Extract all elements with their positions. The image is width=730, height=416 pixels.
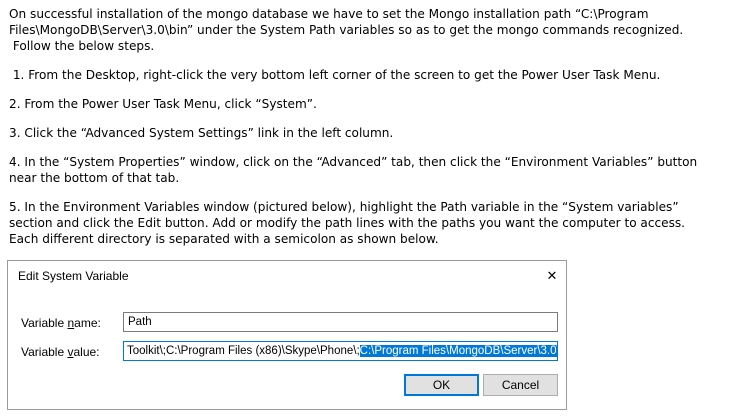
close-button[interactable]: ✕: [540, 264, 564, 288]
ok-button-label: OK: [432, 378, 451, 392]
intro-line-2: Files\MongoDB\Server\3.0\bin” under the …: [9, 23, 684, 37]
instructions-text: On successful installation of the mongo …: [0, 0, 730, 256]
step-5-line-1: 5. In the Environment Variables window (…: [9, 200, 679, 214]
dialog-title: Edit System Variable: [18, 269, 129, 283]
step-4-line-2: near the bottom of that tab.: [9, 171, 180, 185]
close-icon: ✕: [546, 268, 558, 284]
step-3: 3. Click the “Advanced System Settings” …: [9, 126, 394, 140]
step-1: 1. From the Desktop, right-click the ver…: [9, 68, 661, 82]
variable-value-selected-text: C:\Program Files\MongoDB\Server\3.0\bin: [359, 345, 557, 357]
variable-value-input[interactable]: Toolkit\;C:\Program Files (x86)\Skype\Ph…: [123, 341, 558, 361]
variable-name-label: Variable name:: [21, 316, 101, 330]
intro-line-1: On successful installation of the mongo …: [9, 7, 649, 21]
variable-value-label: Variable value:: [21, 345, 100, 359]
variable-name-input[interactable]: Path: [123, 312, 558, 332]
cancel-button[interactable]: Cancel: [483, 374, 558, 396]
dialog-titlebar[interactable]: Edit System Variable ✕: [8, 261, 566, 291]
edit-system-variable-dialog: Edit System Variable ✕ Variable name: Pa…: [7, 260, 567, 410]
intro-line-3: Follow the below steps.: [9, 39, 155, 53]
step-2: 2. From the Power User Task Menu, click …: [9, 97, 317, 111]
step-5-line-2: section and click the Edit button. Add o…: [9, 216, 686, 230]
ok-button[interactable]: OK: [404, 374, 479, 396]
variable-value-unselected-text: Toolkit\;C:\Program Files (x86)\Skype\Ph…: [127, 345, 360, 357]
step-5-line-3: Each different directory is separated wi…: [9, 232, 439, 246]
cancel-button-label: Cancel: [501, 378, 540, 392]
step-4-line-1: 4. In the “System Properties” window, cl…: [9, 155, 698, 169]
dialog-body: Variable name: Path Variable value: Tool…: [8, 291, 566, 409]
variable-name-value: Path: [128, 316, 152, 328]
